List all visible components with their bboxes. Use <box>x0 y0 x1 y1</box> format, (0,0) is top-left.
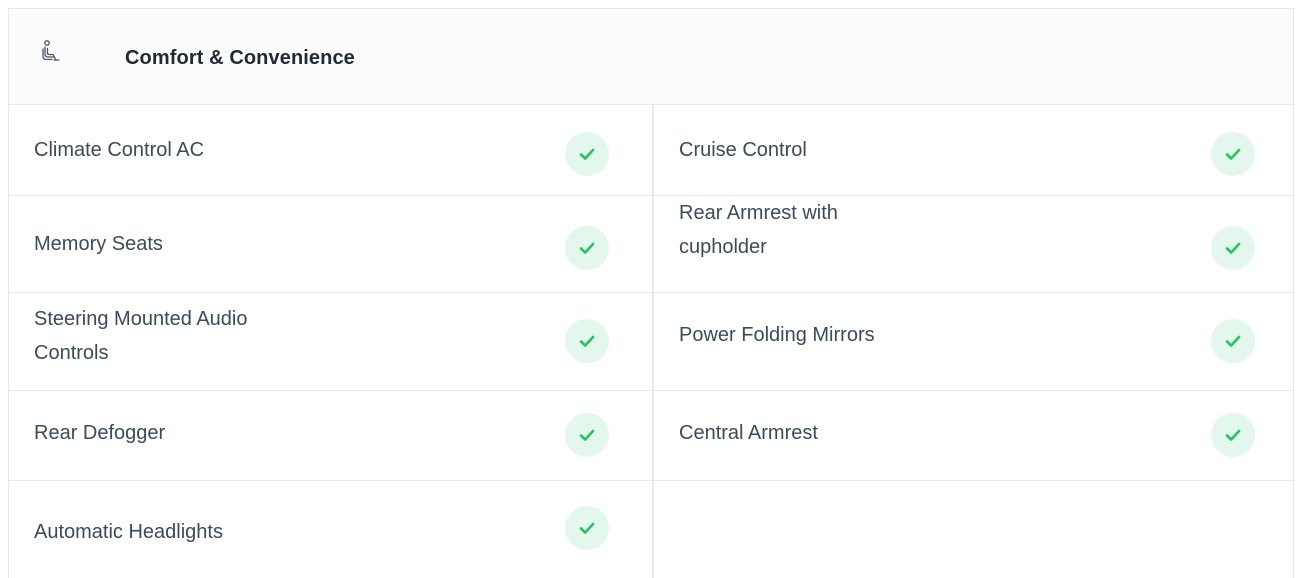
feature-cell: Cruise Control <box>654 105 1293 195</box>
features-grid: Climate Control AC Cruise Control Memory… <box>9 105 1293 578</box>
feature-row: Rear Defogger Central Armrest <box>9 391 1293 481</box>
feature-label: Central Armrest <box>679 422 818 444</box>
check-icon <box>565 506 609 550</box>
check-icon <box>565 319 609 363</box>
section-header[interactable]: Comfort & Convenience <box>9 9 1293 105</box>
feature-cell: Power Folding Mirrors <box>654 293 1293 390</box>
feature-cell: Rear Armrest with cupholder <box>654 196 1293 292</box>
feature-row: Automatic Headlights <box>9 481 1293 578</box>
feature-label: Climate Control AC <box>34 139 205 161</box>
feature-label: Steering Mounted Audio Controls <box>34 308 248 364</box>
feature-label: Power Folding Mirrors <box>679 324 875 346</box>
check-icon <box>1211 413 1255 457</box>
feature-cell-empty <box>654 481 1293 578</box>
section-title: Comfort & Convenience <box>125 47 355 69</box>
feature-cell: Central Armrest <box>654 391 1293 480</box>
feature-row: Steering Mounted Audio Controls Power Fo… <box>9 293 1293 391</box>
feature-cell: Steering Mounted Audio Controls <box>9 293 654 390</box>
feature-label: Rear Armrest with cupholder <box>679 202 838 258</box>
feature-cell: Rear Defogger <box>9 391 654 480</box>
check-icon <box>1211 319 1255 363</box>
feature-label: Memory Seats <box>34 233 163 255</box>
features-panel: Comfort & Convenience Climate Control AC… <box>8 8 1294 578</box>
feature-cell: Automatic Headlights <box>9 481 654 578</box>
feature-cell: Memory Seats <box>9 196 654 292</box>
feature-label: Cruise Control <box>679 139 807 161</box>
check-icon <box>565 226 609 270</box>
check-icon <box>1211 132 1255 176</box>
check-icon <box>565 132 609 176</box>
check-icon <box>1211 226 1255 270</box>
seat-icon <box>37 39 63 65</box>
feature-label: Automatic Headlights <box>34 521 223 543</box>
check-icon <box>565 413 609 457</box>
feature-row: Climate Control AC Cruise Control <box>9 105 1293 196</box>
feature-cell: Climate Control AC <box>9 105 654 195</box>
feature-row: Memory Seats Rear Armrest with cupholder <box>9 196 1293 293</box>
feature-label: Rear Defogger <box>34 422 166 444</box>
